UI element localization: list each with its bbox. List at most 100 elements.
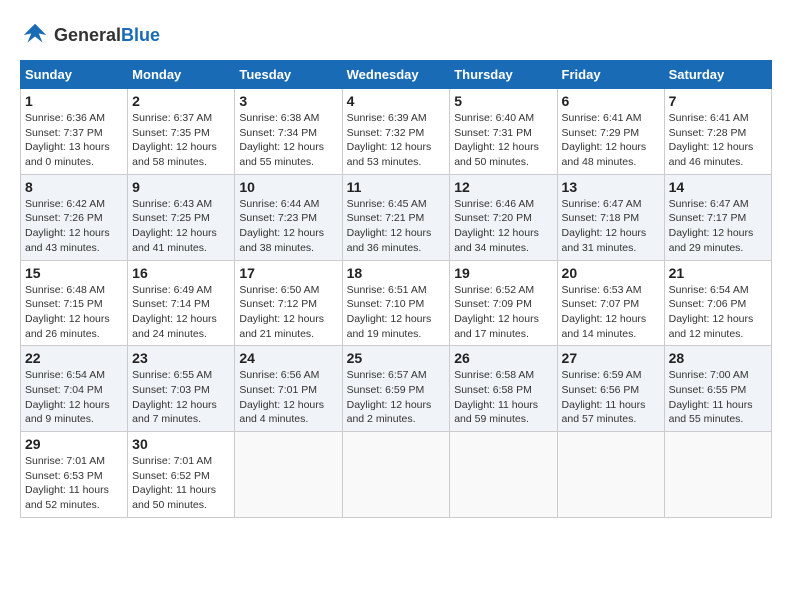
page-header: GeneralBlue — [20, 20, 772, 50]
day-number: 11 — [347, 179, 446, 195]
calendar-day-16: 16 Sunrise: 6:49 AM Sunset: 7:14 PM Dayli… — [128, 260, 235, 346]
calendar-header-row: SundayMondayTuesdayWednesdayThursdayFrid… — [21, 61, 772, 89]
calendar-day-26: 26 Sunrise: 6:58 AM Sunset: 6:58 PM Dayli… — [450, 346, 557, 432]
calendar-day-1: 1Sunrise: 6:36 AM Sunset: 7:37 PM Daylig… — [21, 89, 128, 175]
day-number: 21 — [669, 265, 767, 281]
calendar-day-14: 14 Sunrise: 6:47 AM Sunset: 7:17 PM Dayli… — [664, 174, 771, 260]
calendar-day-empty — [235, 432, 342, 518]
calendar-day-2: 2Sunrise: 6:37 AM Sunset: 7:35 PM Daylig… — [128, 89, 235, 175]
calendar-day-9: 9 Sunrise: 6:43 AM Sunset: 7:25 PM Daylig… — [128, 174, 235, 260]
calendar-day-21: 21 Sunrise: 6:54 AM Sunset: 7:06 PM Dayli… — [664, 260, 771, 346]
day-info: Sunrise: 7:00 AM Sunset: 6:55 PM Dayligh… — [669, 368, 767, 427]
calendar-day-27: 27 Sunrise: 6:59 AM Sunset: 6:56 PM Dayli… — [557, 346, 664, 432]
day-info: Sunrise: 6:41 AM Sunset: 7:28 PM Dayligh… — [669, 111, 767, 170]
calendar-day-7: 7 Sunrise: 6:41 AM Sunset: 7:28 PM Daylig… — [664, 89, 771, 175]
day-number: 28 — [669, 350, 767, 366]
day-number: 5 — [454, 93, 552, 109]
day-number: 3 — [239, 93, 337, 109]
day-info: Sunrise: 6:54 AM Sunset: 7:04 PM Dayligh… — [25, 368, 123, 427]
calendar-day-28: 28 Sunrise: 7:00 AM Sunset: 6:55 PM Dayli… — [664, 346, 771, 432]
weekday-header-monday: Monday — [128, 61, 235, 89]
calendar-week-1: 8 Sunrise: 6:42 AM Sunset: 7:26 PM Daylig… — [21, 174, 772, 260]
day-info: Sunrise: 6:54 AM Sunset: 7:06 PM Dayligh… — [669, 283, 767, 342]
day-info: Sunrise: 6:53 AM Sunset: 7:07 PM Dayligh… — [562, 283, 660, 342]
calendar-day-15: 15Sunrise: 6:48 AM Sunset: 7:15 PM Dayli… — [21, 260, 128, 346]
calendar-day-4: 4 Sunrise: 6:39 AM Sunset: 7:32 PM Daylig… — [342, 89, 450, 175]
calendar-day-23: 23 Sunrise: 6:55 AM Sunset: 7:03 PM Dayli… — [128, 346, 235, 432]
day-number: 16 — [132, 265, 230, 281]
day-number: 18 — [347, 265, 446, 281]
weekday-header-thursday: Thursday — [450, 61, 557, 89]
calendar-day-empty — [342, 432, 450, 518]
calendar-day-18: 18 Sunrise: 6:51 AM Sunset: 7:10 PM Dayli… — [342, 260, 450, 346]
day-info: Sunrise: 6:55 AM Sunset: 7:03 PM Dayligh… — [132, 368, 230, 427]
day-info: Sunrise: 6:57 AM Sunset: 6:59 PM Dayligh… — [347, 368, 446, 427]
logo-text: GeneralBlue — [54, 25, 160, 46]
day-info: Sunrise: 6:56 AM Sunset: 7:01 PM Dayligh… — [239, 368, 337, 427]
calendar-table: SundayMondayTuesdayWednesdayThursdayFrid… — [20, 60, 772, 518]
day-info: Sunrise: 6:42 AM Sunset: 7:26 PM Dayligh… — [25, 197, 123, 256]
calendar-day-17: 17Sunrise: 6:50 AM Sunset: 7:12 PM Dayli… — [235, 260, 342, 346]
day-info: Sunrise: 7:01 AM Sunset: 6:52 PM Dayligh… — [132, 454, 230, 513]
day-number: 22 — [25, 350, 123, 366]
day-info: Sunrise: 6:36 AM Sunset: 7:37 PM Dayligh… — [25, 111, 123, 170]
logo-bird-icon — [20, 20, 50, 50]
calendar-week-2: 15Sunrise: 6:48 AM Sunset: 7:15 PM Dayli… — [21, 260, 772, 346]
calendar-week-4: 29 Sunrise: 7:01 AM Sunset: 6:53 PM Dayli… — [21, 432, 772, 518]
day-number: 6 — [562, 93, 660, 109]
calendar-day-6: 6 Sunrise: 6:41 AM Sunset: 7:29 PM Daylig… — [557, 89, 664, 175]
day-number: 9 — [132, 179, 230, 195]
day-info: Sunrise: 6:49 AM Sunset: 7:14 PM Dayligh… — [132, 283, 230, 342]
day-number: 26 — [454, 350, 552, 366]
calendar-day-8: 8 Sunrise: 6:42 AM Sunset: 7:26 PM Daylig… — [21, 174, 128, 260]
day-number: 20 — [562, 265, 660, 281]
calendar-day-22: 22 Sunrise: 6:54 AM Sunset: 7:04 PM Dayli… — [21, 346, 128, 432]
day-info: Sunrise: 6:50 AM Sunset: 7:12 PM Dayligh… — [239, 283, 337, 342]
calendar-day-12: 12 Sunrise: 6:46 AM Sunset: 7:20 PM Dayli… — [450, 174, 557, 260]
day-number: 4 — [347, 93, 446, 109]
day-number: 24 — [239, 350, 337, 366]
weekday-header-wednesday: Wednesday — [342, 61, 450, 89]
calendar-week-0: 1Sunrise: 6:36 AM Sunset: 7:37 PM Daylig… — [21, 89, 772, 175]
day-info: Sunrise: 6:39 AM Sunset: 7:32 PM Dayligh… — [347, 111, 446, 170]
day-number: 19 — [454, 265, 552, 281]
day-info: Sunrise: 6:47 AM Sunset: 7:18 PM Dayligh… — [562, 197, 660, 256]
day-info: Sunrise: 6:52 AM Sunset: 7:09 PM Dayligh… — [454, 283, 552, 342]
day-number: 30 — [132, 436, 230, 452]
day-info: Sunrise: 7:01 AM Sunset: 6:53 PM Dayligh… — [25, 454, 123, 513]
calendar-day-empty — [450, 432, 557, 518]
day-number: 10 — [239, 179, 337, 195]
day-number: 7 — [669, 93, 767, 109]
day-info: Sunrise: 6:58 AM Sunset: 6:58 PM Dayligh… — [454, 368, 552, 427]
weekday-header-tuesday: Tuesday — [235, 61, 342, 89]
calendar-day-empty — [557, 432, 664, 518]
calendar-week-3: 22 Sunrise: 6:54 AM Sunset: 7:04 PM Dayli… — [21, 346, 772, 432]
day-number: 27 — [562, 350, 660, 366]
calendar-day-19: 19 Sunrise: 6:52 AM Sunset: 7:09 PM Dayli… — [450, 260, 557, 346]
day-info: Sunrise: 6:44 AM Sunset: 7:23 PM Dayligh… — [239, 197, 337, 256]
day-info: Sunrise: 6:59 AM Sunset: 6:56 PM Dayligh… — [562, 368, 660, 427]
calendar-day-5: 5Sunrise: 6:40 AM Sunset: 7:31 PM Daylig… — [450, 89, 557, 175]
day-number: 25 — [347, 350, 446, 366]
day-number: 8 — [25, 179, 123, 195]
calendar-day-3: 3 Sunrise: 6:38 AM Sunset: 7:34 PM Daylig… — [235, 89, 342, 175]
calendar-day-24: 24 Sunrise: 6:56 AM Sunset: 7:01 PM Dayli… — [235, 346, 342, 432]
day-number: 23 — [132, 350, 230, 366]
weekday-header-saturday: Saturday — [664, 61, 771, 89]
logo: GeneralBlue — [20, 20, 160, 50]
day-number: 14 — [669, 179, 767, 195]
day-info: Sunrise: 6:45 AM Sunset: 7:21 PM Dayligh… — [347, 197, 446, 256]
day-number: 13 — [562, 179, 660, 195]
day-info: Sunrise: 6:41 AM Sunset: 7:29 PM Dayligh… — [562, 111, 660, 170]
day-info: Sunrise: 6:47 AM Sunset: 7:17 PM Dayligh… — [669, 197, 767, 256]
day-info: Sunrise: 6:46 AM Sunset: 7:20 PM Dayligh… — [454, 197, 552, 256]
calendar-day-10: 10 Sunrise: 6:44 AM Sunset: 7:23 PM Dayli… — [235, 174, 342, 260]
weekday-header-sunday: Sunday — [21, 61, 128, 89]
day-number: 29 — [25, 436, 123, 452]
day-number: 12 — [454, 179, 552, 195]
calendar-day-29: 29 Sunrise: 7:01 AM Sunset: 6:53 PM Dayli… — [21, 432, 128, 518]
day-info: Sunrise: 6:43 AM Sunset: 7:25 PM Dayligh… — [132, 197, 230, 256]
day-info: Sunrise: 6:38 AM Sunset: 7:34 PM Dayligh… — [239, 111, 337, 170]
calendar-day-20: 20 Sunrise: 6:53 AM Sunset: 7:07 PM Dayli… — [557, 260, 664, 346]
day-info: Sunrise: 6:51 AM Sunset: 7:10 PM Dayligh… — [347, 283, 446, 342]
